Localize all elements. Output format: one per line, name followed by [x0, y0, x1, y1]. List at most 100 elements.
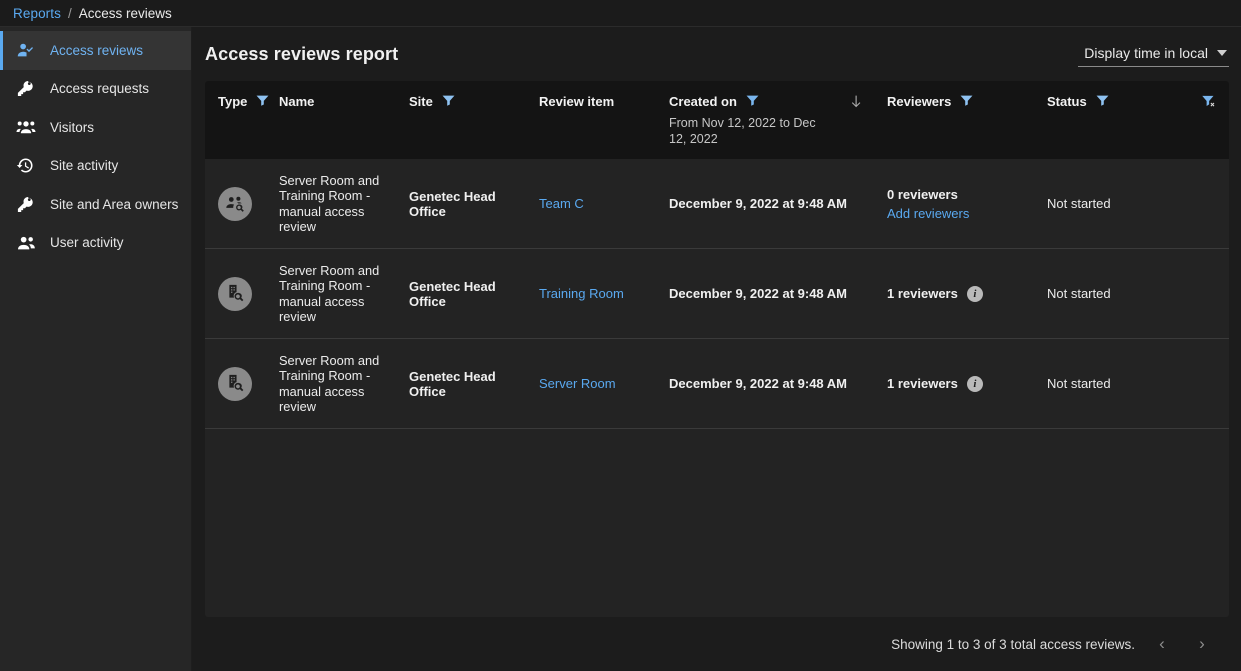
column-header-created[interactable]: Created onFrom Nov 12, 2022 to Dec 12, 2… — [669, 94, 832, 159]
sidebar-item-label: Site activity — [50, 158, 118, 173]
column-header-item[interactable]: Review item — [539, 94, 669, 159]
column-header-reviewers[interactable]: Reviewers — [887, 94, 1047, 159]
review-item-link[interactable]: Team C — [539, 196, 661, 211]
sidebar-item-label: Access requests — [50, 81, 149, 96]
cell-review-item: Server Room — [539, 376, 669, 391]
sidebar-item-visitors[interactable]: Visitors — [0, 108, 191, 147]
sidebar-item-site-activity[interactable]: Site activity — [0, 147, 191, 186]
column-header-label: Site — [409, 94, 433, 109]
access-reviews-table: Type Name Site Review itemCreated onFrom No… — [205, 81, 1229, 617]
reviewers-count: 0 reviewers — [887, 187, 958, 202]
reviewers-count: 1 reviewers — [887, 376, 958, 391]
main-header: Access reviews report Display time in lo… — [205, 27, 1229, 81]
cell-status: Not started — [1047, 286, 1177, 301]
cell-site: Genetec Head Office — [409, 189, 539, 219]
column-header-status[interactable]: Status — [1047, 94, 1177, 159]
table-footer: Showing 1 to 3 of 3 total access reviews… — [205, 617, 1229, 671]
sidebar-item-access-reviews[interactable]: Access reviews — [0, 31, 191, 70]
review-item-link[interactable]: Training Room — [539, 286, 661, 301]
filter-funnel-icon[interactable] — [256, 94, 269, 109]
table-row[interactable]: Server Room and Training Room - manual a… — [205, 339, 1229, 429]
cell-review-item: Team C — [539, 196, 669, 211]
people-icon — [16, 233, 42, 253]
cell-created-on: December 9, 2022 at 9:48 AM — [669, 196, 832, 211]
door-search-icon — [218, 367, 252, 401]
history-icon — [16, 156, 42, 175]
pagination-prev-button[interactable]: ‹ — [1149, 631, 1175, 657]
clear-filter-icon[interactable] — [1200, 94, 1217, 112]
table-row[interactable]: Server Room and Training Room - manual a… — [205, 159, 1229, 249]
timezone-select[interactable]: Display time in local — [1078, 42, 1229, 67]
sidebar: Access reviews Access requests Visitors Sit… — [0, 27, 192, 671]
sidebar-item-access-requests[interactable]: Access requests — [0, 70, 191, 109]
cell-reviewers: 1 reviewers i — [887, 286, 1047, 302]
cell-site: Genetec Head Office — [409, 279, 539, 309]
cell-type — [205, 277, 279, 311]
door-search-icon — [218, 277, 252, 311]
access-reviews-report-page: Reports / Access reviews Access reviewsA… — [0, 0, 1241, 671]
column-header-type[interactable]: Type — [205, 94, 279, 159]
info-icon[interactable]: i — [967, 286, 983, 302]
add-reviewers-link[interactable]: Add reviewers — [887, 206, 1039, 221]
column-header-name[interactable]: Name — [279, 94, 409, 159]
pagination-next-button[interactable]: › — [1189, 631, 1215, 657]
page-title: Access reviews report — [205, 44, 398, 65]
status-badge: Not started — [1047, 196, 1169, 211]
column-header-label: Reviewers — [887, 94, 951, 109]
table-row[interactable]: Server Room and Training Room - manual a… — [205, 249, 1229, 339]
cell-created-on: December 9, 2022 at 9:48 AM — [669, 376, 832, 391]
info-icon[interactable]: i — [967, 376, 983, 392]
created-on-value: December 9, 2022 at 9:48 AM — [669, 376, 824, 391]
review-name: Server Room and Training Room - manual a… — [279, 353, 389, 415]
reviewers-count: 1 reviewers — [887, 286, 958, 301]
filter-funnel-icon[interactable] — [1096, 94, 1109, 109]
review-name: Server Room and Training Room - manual a… — [279, 263, 389, 325]
sidebar-item-user-activity[interactable]: User activity — [0, 224, 191, 263]
main-content: Access reviews report Display time in lo… — [192, 27, 1241, 671]
column-header-actions — [1177, 94, 1229, 159]
sidebar-item-label: User activity — [50, 235, 124, 250]
status-badge: Not started — [1047, 376, 1169, 391]
sort-descending-arrow-icon[interactable] — [849, 94, 863, 112]
breadcrumb-separator: / — [68, 6, 72, 21]
site-name: Genetec Head Office — [409, 369, 531, 399]
filter-funnel-icon[interactable] — [960, 94, 973, 109]
cell-status: Not started — [1047, 376, 1177, 391]
column-header-label: Status — [1047, 94, 1087, 109]
breadcrumb-link-reports[interactable]: Reports — [13, 6, 61, 21]
cell-name: Server Room and Training Room - manual a… — [279, 353, 409, 415]
cell-name: Server Room and Training Room - manual a… — [279, 173, 409, 235]
filter-funnel-icon[interactable] — [746, 94, 759, 109]
key-icon — [16, 79, 42, 98]
cell-site: Genetec Head Office — [409, 369, 539, 399]
sidebar-item-label: Access reviews — [50, 43, 143, 58]
cell-name: Server Room and Training Room - manual a… — [279, 263, 409, 325]
breadcrumb-current: Access reviews — [79, 6, 172, 21]
column-header-sort — [832, 94, 887, 159]
table-body: Server Room and Training Room - manual a… — [205, 159, 1229, 617]
key-icon — [16, 195, 42, 214]
table-header-row: Type Name Site Review itemCreated onFrom No… — [205, 81, 1229, 159]
cell-type — [205, 187, 279, 221]
cell-status: Not started — [1047, 196, 1177, 211]
cell-reviewers: 1 reviewers i — [887, 376, 1047, 392]
chevron-down-icon — [1217, 50, 1227, 56]
sidebar-item-label: Visitors — [50, 120, 94, 135]
site-name: Genetec Head Office — [409, 279, 531, 309]
column-header-label: Created on — [669, 94, 737, 109]
sidebar-item-site-and-area-owners[interactable]: Site and Area owners — [0, 185, 191, 224]
timezone-select-label: Display time in local — [1084, 45, 1208, 61]
sidebar-item-label: Site and Area owners — [50, 197, 178, 212]
column-header-site[interactable]: Site — [409, 94, 539, 159]
created-on-value: December 9, 2022 at 9:48 AM — [669, 196, 824, 211]
review-item-link[interactable]: Server Room — [539, 376, 661, 391]
pagination-summary: Showing 1 to 3 of 3 total access reviews… — [891, 637, 1135, 652]
cell-reviewers: 0 reviewers Add reviewers — [887, 187, 1047, 221]
site-name: Genetec Head Office — [409, 189, 531, 219]
created-on-value: December 9, 2022 at 9:48 AM — [669, 286, 824, 301]
column-header-label: Name — [279, 94, 314, 109]
body: Access reviews Access requests Visitors Sit… — [0, 27, 1241, 671]
status-badge: Not started — [1047, 286, 1169, 301]
column-header-label: Type — [218, 94, 247, 109]
filter-funnel-icon[interactable] — [442, 94, 455, 109]
